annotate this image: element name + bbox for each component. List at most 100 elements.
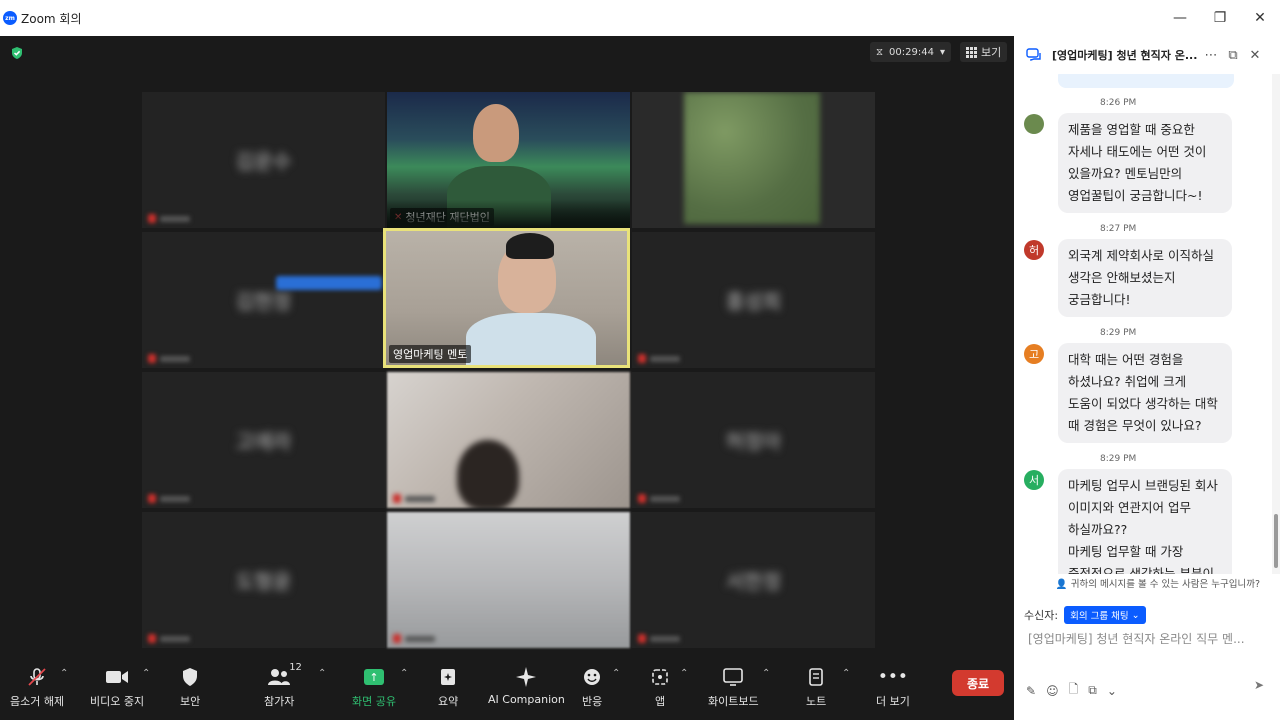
chevron-up-icon[interactable]: ⌃	[60, 668, 68, 679]
video-tile[interactable]: 홍성희	[632, 232, 875, 368]
reaction-badge-blurred	[276, 276, 382, 290]
apps-label: 앱	[654, 695, 666, 708]
sender-avatar: 허	[1024, 240, 1044, 260]
previous-message-bubble	[1058, 74, 1234, 88]
message-bubble: 마케팅 업무시 브랜딩된 회사 이미지와 연관지어 업무 하실까요?? 마케팅 …	[1058, 469, 1232, 574]
popout-icon[interactable]: ⧉	[1222, 48, 1244, 63]
video-tile-active-speaker[interactable]: 영업마케팅 멘토	[383, 228, 630, 368]
video-tile[interactable]: 서한정	[632, 512, 875, 648]
summary-button[interactable]: 요약	[438, 664, 458, 709]
zoom-logo-icon: zm	[3, 11, 17, 25]
close-window-button[interactable]: ✕	[1240, 0, 1280, 36]
whiteboard-icon	[722, 664, 744, 690]
meeting-timer[interactable]: ⧖ 00:29:44 ▾	[870, 42, 951, 62]
summary-label: 요약	[438, 695, 459, 708]
message-time: 8:27 PM	[1100, 224, 1137, 234]
security-label: 보안	[180, 695, 201, 708]
ai-companion-label: AI Companion	[488, 693, 565, 706]
security-button[interactable]: 보안	[180, 664, 200, 709]
emoji-icon[interactable]: ☺	[1046, 684, 1059, 698]
video-tile[interactable]: 김현정	[142, 232, 385, 368]
format-text-icon[interactable]: ✎	[1026, 684, 1036, 698]
chevron-up-icon[interactable]: ⌃	[400, 668, 408, 679]
participants-button[interactable]: 12 참가자	[264, 662, 302, 709]
video-tile[interactable]	[387, 512, 630, 648]
chat-panel: [영업마케팅] 청년 현직자 온... ⋯ ⧉ ✕ 8:26 PM 제품을 영업…	[1014, 36, 1280, 720]
file-attach-icon[interactable]: 🗋	[1069, 680, 1079, 701]
scrollbar-thumb[interactable]	[1274, 514, 1278, 568]
chevron-up-icon[interactable]: ⌃	[680, 668, 688, 679]
more-options-icon[interactable]: ⋯	[1200, 48, 1222, 63]
chat-message-input[interactable]: [영업마케팅] 청년 현직자 온라인 직무 멘...	[1028, 630, 1268, 647]
meeting-toolbar: 음소거 해제 ⌃ 비디오 중지 ⌃ 보안 12 참가자 ⌃ ↑ 화면 공유 ⌃ …	[0, 656, 1014, 720]
chat-privacy-note[interactable]: 👤 귀하의 메시지를 볼 수 있는 사람은 누구입니까?	[1014, 576, 1280, 590]
grid-view-icon	[966, 46, 977, 58]
video-tile[interactable]: 고예라	[142, 372, 385, 508]
chevron-up-icon[interactable]: ⌃	[842, 668, 850, 679]
tile-label-blurred	[638, 634, 680, 643]
chat-message: 8:29 PM 고 대학 때는 어떤 경험을 하셨나요? 취업에 크게 도움이 …	[1024, 328, 1264, 443]
notes-label: 노트	[806, 695, 827, 708]
minimize-button[interactable]: —	[1160, 0, 1200, 36]
participant-name-blurred: 서한정	[725, 569, 782, 594]
participant-name-blurred: 김운수	[235, 149, 292, 174]
security-shield-icon	[181, 664, 199, 690]
app-title: Zoom 회의	[21, 11, 82, 26]
chevron-up-icon[interactable]: ⌃	[762, 668, 770, 679]
summary-icon	[439, 664, 457, 690]
video-tile[interactable]	[387, 372, 630, 508]
chevron-up-icon[interactable]: ⌃	[142, 668, 150, 679]
more-label: 더 보기	[876, 695, 910, 708]
chevron-up-icon[interactable]: ⌃	[612, 668, 620, 679]
meeting-area: ⧖ 00:29:44 ▾ 보기 김운수 ✕ 청년재단 재단법인 김현정 영업마케…	[0, 36, 1014, 656]
ai-companion-button[interactable]: AI Companion	[488, 664, 565, 706]
share-screen-button[interactable]: ↑ 화면 공유	[352, 664, 396, 709]
chevron-down-icon: ▾	[939, 46, 945, 58]
tile-label-blurred	[148, 354, 190, 363]
close-chat-icon[interactable]: ✕	[1244, 48, 1266, 63]
notes-button[interactable]: 노트	[806, 664, 826, 709]
view-button[interactable]: 보기	[960, 42, 1008, 62]
video-tile-host[interactable]: ✕ 청년재단 재단법인	[387, 92, 630, 228]
chat-title: [영업마케팅] 청년 현직자 온...	[1052, 49, 1198, 62]
more-button[interactable]: ••• 더 보기	[876, 664, 910, 709]
sparkle-icon	[515, 664, 537, 690]
video-tile[interactable]: 도형윤	[142, 512, 385, 648]
chevron-up-icon[interactable]: ⌃	[318, 668, 326, 679]
chat-scrollbar[interactable]	[1272, 74, 1280, 574]
video-tile[interactable]: 허정아	[632, 372, 875, 508]
tile-label-blurred	[148, 634, 190, 643]
participant-name-blurred: 홍성희	[725, 289, 782, 314]
stop-video-button[interactable]: 비디오 중지	[90, 664, 144, 709]
reactions-button[interactable]: 반응	[582, 664, 602, 709]
screenshot-icon[interactable]: ⧉	[1088, 683, 1097, 698]
participant-name: 영업마케팅 멘토	[393, 348, 468, 361]
participants-label: 참가자	[264, 695, 295, 708]
chat-messages[interactable]: 8:26 PM 제품을 영업할 때 중요한 자세나 태도에는 어떤 것이 있을까…	[1014, 74, 1272, 574]
emoji-icon	[582, 664, 602, 690]
participants-icon: 12	[267, 662, 302, 690]
participant-name-blurred: 도형윤	[235, 569, 292, 594]
sender-avatar: 서	[1024, 470, 1044, 490]
send-icon[interactable]: ➤	[1254, 678, 1270, 694]
maximize-button[interactable]: ❐	[1200, 0, 1240, 36]
share-screen-icon: ↑	[363, 664, 384, 690]
video-tile[interactable]	[632, 92, 875, 228]
chevron-down-icon: ⌄	[1131, 609, 1140, 621]
participant-body	[447, 166, 551, 228]
whiteboard-button[interactable]: 화이트보드	[708, 664, 759, 709]
recipient-dropdown[interactable]: 회의 그룹 채팅 ⌄	[1064, 606, 1146, 624]
recipient-value: 회의 그룹 채팅	[1070, 611, 1129, 622]
end-meeting-button[interactable]: 종료	[952, 670, 1004, 696]
unmute-button[interactable]: 음소거 해제	[10, 664, 64, 709]
video-tile[interactable]: 김운수	[142, 92, 385, 228]
encryption-shield-icon[interactable]	[10, 46, 24, 60]
apps-button[interactable]: 앱	[650, 664, 670, 709]
message-time: 8:29 PM	[1100, 454, 1137, 464]
participant-video	[473, 104, 519, 162]
sender-avatar	[1024, 114, 1044, 134]
share-screen-label: 화면 공유	[352, 695, 396, 708]
chat-header: [영업마케팅] 청년 현직자 온... ⋯ ⧉ ✕	[1014, 36, 1280, 74]
chevron-down-icon[interactable]: ⌄	[1107, 684, 1117, 698]
more-dots-icon: •••	[877, 667, 908, 687]
